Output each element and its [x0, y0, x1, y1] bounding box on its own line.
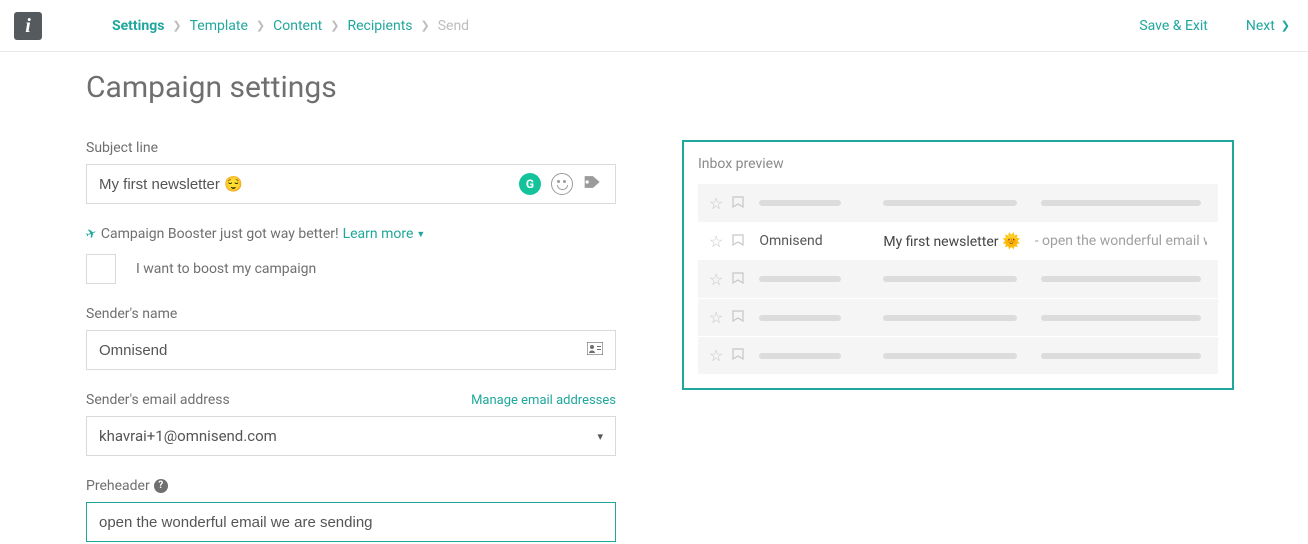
- skeleton-subject: [883, 315, 1017, 321]
- grammarly-icon[interactable]: G: [519, 173, 541, 195]
- skeleton-sender: [759, 276, 841, 282]
- brand-logo: i: [14, 12, 42, 40]
- contact-card-icon[interactable]: [587, 342, 603, 359]
- learn-more-link[interactable]: Learn more ▼: [343, 226, 426, 242]
- preview-sender: Omnisend: [759, 233, 859, 249]
- boost-checkbox[interactable]: [86, 254, 116, 284]
- skeleton-body: [1041, 315, 1201, 321]
- save-exit-button[interactable]: Save & Exit: [1139, 18, 1207, 34]
- preview-body: - open the wonderful email we a...: [1035, 233, 1207, 249]
- sender-email-select-wrap: khavrai+1@omnisend.com ▾: [86, 416, 616, 456]
- breadcrumb: Settings ❯ Template ❯ Content ❯ Recipien…: [112, 18, 469, 34]
- bookmark-icon: [731, 308, 745, 327]
- preheader-input-wrap: [86, 502, 616, 542]
- subject-input[interactable]: [99, 176, 511, 193]
- chevron-right-icon: ❯: [256, 19, 265, 32]
- skeleton-subject: [883, 353, 1017, 359]
- preview-row-placeholder: ☆: [698, 260, 1218, 298]
- sender-email-select[interactable]: khavrai+1@omnisend.com: [99, 427, 591, 445]
- chevron-right-icon: ❯: [1281, 19, 1290, 32]
- sender-name-input[interactable]: [99, 342, 587, 359]
- chevron-right-icon: ❯: [421, 19, 430, 32]
- bookmark-icon: [731, 232, 745, 251]
- bookmark-icon: [731, 194, 745, 213]
- preview-row-placeholder: ☆: [698, 184, 1218, 222]
- preheader-label: Preheader ?: [86, 478, 616, 494]
- manage-emails-link[interactable]: Manage email addresses: [471, 393, 616, 408]
- boost-checkbox-label: I want to boost my campaign: [136, 261, 316, 277]
- chevron-right-icon: ❯: [330, 19, 339, 32]
- preview-subject: My first newsletter 🌞: [883, 232, 1020, 250]
- skeleton-sender: [759, 315, 841, 321]
- star-icon: ☆: [709, 308, 723, 327]
- preview-row-placeholder: ☆: [698, 336, 1218, 374]
- bookmark-icon: [731, 346, 745, 365]
- help-icon[interactable]: ?: [154, 479, 168, 493]
- skeleton-sender: [759, 200, 841, 206]
- breadcrumb-recipients[interactable]: Recipients: [347, 18, 412, 34]
- inbox-preview-title: Inbox preview: [698, 156, 1218, 172]
- breadcrumb-content[interactable]: Content: [273, 18, 322, 34]
- topbar: i Settings ❯ Template ❯ Content ❯ Recipi…: [0, 0, 1308, 52]
- booster-notice: ✈ Campaign Booster just got way better! …: [86, 226, 616, 242]
- skeleton-sender: [759, 353, 841, 359]
- preheader-label-text: Preheader: [86, 478, 150, 494]
- preheader-block: Preheader ?: [86, 478, 616, 542]
- subject-label: Subject line: [86, 140, 616, 156]
- sender-name-label: Sender's name: [86, 306, 616, 322]
- sender-name-block: Sender's name: [86, 306, 616, 370]
- chevron-down-icon: ▾: [591, 430, 603, 443]
- sender-email-label: Sender's email address Manage email addr…: [86, 392, 616, 408]
- preview-row-active: ☆ Omnisend My first newsletter 🌞 - open …: [698, 222, 1218, 260]
- preview-row-placeholder: ☆: [698, 298, 1218, 336]
- chevron-down-icon: ▼: [416, 229, 425, 240]
- tag-icon[interactable]: [583, 174, 603, 194]
- subject-input-wrap: G: [86, 164, 616, 204]
- sender-name-input-wrap: [86, 330, 616, 370]
- sender-email-block: Sender's email address Manage email addr…: [86, 392, 616, 456]
- skeleton-body: [1041, 276, 1201, 282]
- preheader-input[interactable]: [99, 514, 603, 531]
- inbox-preview: Inbox preview ☆ ☆ Omnisend: [682, 140, 1234, 390]
- next-button-label: Next: [1246, 18, 1275, 34]
- breadcrumb-template[interactable]: Template: [190, 18, 248, 34]
- skeleton-subject: [883, 200, 1017, 206]
- breadcrumb-send: Send: [438, 18, 469, 34]
- boost-checkbox-row: I want to boost my campaign: [86, 254, 616, 284]
- sender-email-label-text: Sender's email address: [86, 392, 230, 408]
- sun-emoji-icon: 🌞: [1002, 232, 1021, 250]
- bookmark-icon: [731, 270, 745, 289]
- skeleton-subject: [883, 276, 1017, 282]
- next-button[interactable]: Next ❯: [1246, 18, 1290, 34]
- star-icon: ☆: [709, 194, 723, 213]
- subject-field-block: Subject line G: [86, 140, 616, 204]
- star-icon: ☆: [709, 232, 723, 251]
- star-icon: ☆: [709, 270, 723, 289]
- skeleton-body: [1041, 353, 1201, 359]
- preview-subject-text: My first newsletter: [883, 234, 998, 250]
- chevron-right-icon: ❯: [172, 19, 181, 32]
- star-icon: ☆: [709, 346, 723, 365]
- breadcrumb-settings[interactable]: Settings: [112, 18, 164, 34]
- skeleton-body: [1041, 200, 1201, 206]
- booster-text: Campaign Booster just got way better!: [101, 226, 339, 242]
- emoji-picker-icon[interactable]: [551, 173, 573, 195]
- paper-plane-icon: ✈: [84, 225, 99, 243]
- learn-more-label: Learn more: [343, 226, 414, 242]
- page-title: Campaign settings: [86, 70, 1236, 105]
